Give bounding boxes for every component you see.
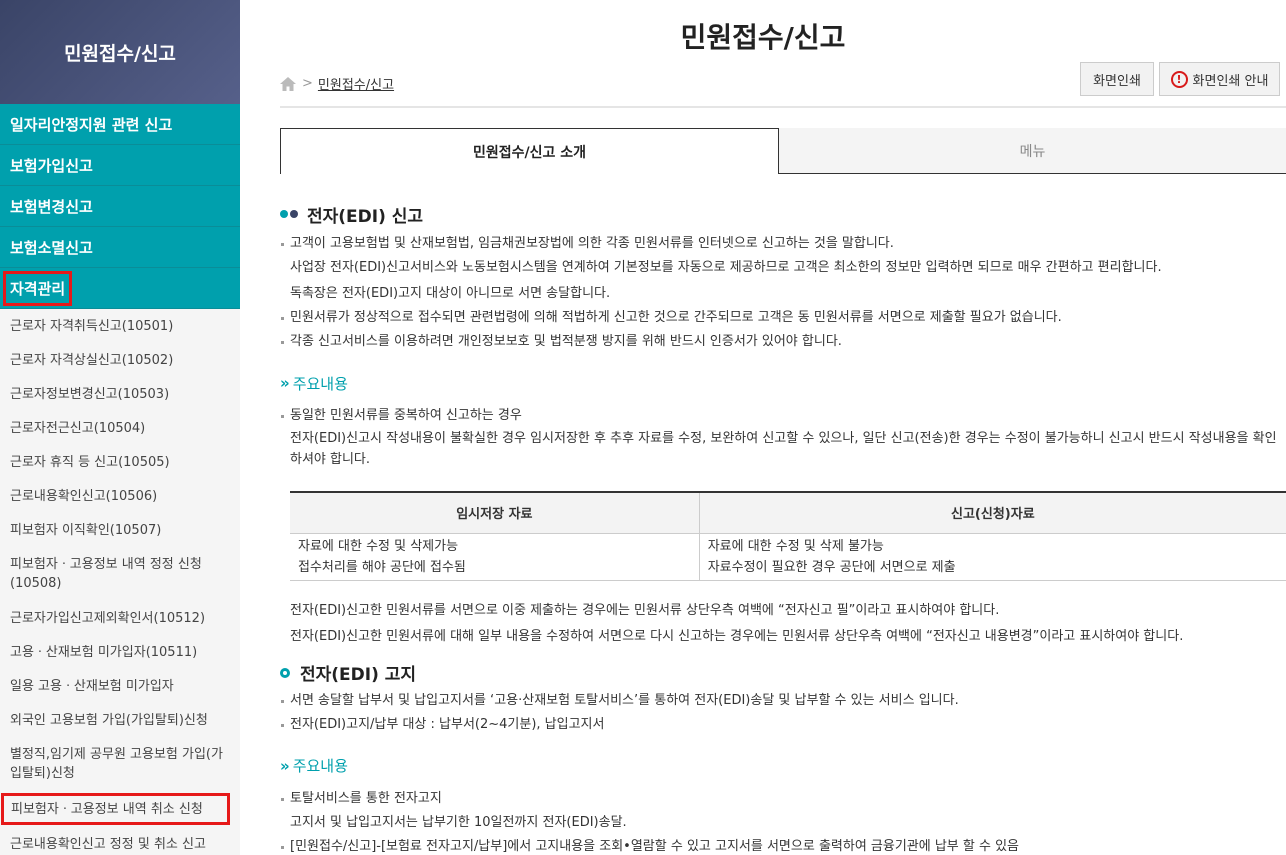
breadcrumb-link[interactable]: 민원접수/신고 — [318, 74, 394, 93]
double-arrow-icon: » — [280, 756, 290, 775]
sidebar-item[interactable]: 근로내용확인신고 정정 및 취소 신고 — [0, 827, 240, 855]
sidebar-item[interactable]: 근로자 자격취득신고(10501) — [0, 309, 240, 343]
sidebar-item[interactable]: 일용 고용ㆍ산재보험 미가입자 — [0, 669, 240, 703]
home-icon[interactable] — [280, 76, 296, 91]
section-title: 전자(EDI) 신고 — [307, 206, 424, 227]
sidebar: 민원접수/신고 일자리안정지원 관련 신고 보험가입신고 보험변경신고 보험소멸… — [0, 0, 240, 855]
alert-icon: ! — [1170, 70, 1188, 88]
table-header: 신고(신청)자료 — [698, 491, 1286, 534]
sidebar-item[interactable]: 근로자 자격상실신고(10502) — [0, 343, 240, 377]
text-line: 전자(EDI)고지/납부 대상 : 납부서(2~4기분), 납입고지서 — [280, 713, 1286, 737]
sidebar-category-insurance-change[interactable]: 보험변경신고 — [0, 186, 240, 227]
section-heading: 전자(EDI) 고지 — [280, 659, 1286, 687]
sidebar-category-job-stability[interactable]: 일자리안정지원 관련 신고 — [0, 104, 240, 145]
tab-bar: 민원접수/신고 소개 메뉴 — [280, 128, 1286, 174]
section-heading: 전자(EDI) 신고 — [280, 200, 1286, 228]
text-line: 사업장 전자(EDI)신고서비스와 노동보험시스템을 연계하여 기본정보를 자동… — [290, 260, 1162, 275]
text-line: 전자(EDI)신고한 민원서류에 대해 일부 내용을 수정하여 서면으로 다시 … — [290, 628, 1184, 644]
cell-line: 자료에 대한 수정 및 삭제가능 — [298, 538, 459, 554]
tab-menu[interactable]: 메뉴 — [779, 128, 1286, 174]
cell-line: 접수처리를 해야 공단에 접수됨 — [298, 559, 466, 575]
main-content: 민원접수/신고 > 민원접수/신고 화면인쇄 ! 화면인쇄 안내 민원접수/신고… — [240, 0, 1286, 855]
text-line: 전자(EDI)신고한 민원서류를 서면으로 이중 제출하는 경우에는 민원서류 … — [290, 602, 1000, 618]
tab-intro[interactable]: 민원접수/신고 소개 — [280, 128, 779, 174]
sidebar-item[interactable]: 외국인 고용보험 가입(가입탈퇴)신청 — [0, 703, 240, 737]
print-button[interactable]: 화면인쇄 — [1080, 62, 1154, 96]
text-line: 독촉장은 전자(EDI)고지 대상이 아니므로 서면 송달합니다. — [290, 286, 611, 301]
print-guide-label: 화면인쇄 안내 — [1192, 73, 1269, 89]
sidebar-item[interactable]: 피보험자ㆍ고용정보 내역 정정 신청(10508) — [0, 547, 240, 601]
table-header: 임시저장 자료 — [290, 491, 700, 534]
subsection-heading: » 주요내용 — [280, 370, 1286, 396]
print-guide-button[interactable]: ! 화면인쇄 안내 — [1159, 62, 1280, 96]
comparison-table: 임시저장 자료 신고(신청)자료 자료에 대한 수정 및 삭제가능 접수처리를 … — [290, 491, 1286, 581]
subsection-title: 주요내용 — [292, 757, 348, 775]
sidebar-item[interactable]: 별정직,임기제 공무원 고용보험 가입(가입탈퇴)신청 — [0, 737, 240, 791]
text-line: 동일한 민원서류를 중복하여 신고하는 경우 — [280, 404, 1286, 428]
breadcrumb: > 민원접수/신고 — [280, 74, 394, 93]
text-line: 전자(EDI)신고시 작성내용이 불확실한 경우 임시저장한 후 추후 자료를 … — [290, 431, 1277, 467]
sidebar-category-insurance-join[interactable]: 보험가입신고 — [0, 145, 240, 186]
content-body: 전자(EDI) 신고 고객이 고용보험법 및 산재보험법, 임금채권보장법에 의… — [280, 200, 1286, 855]
subsection-heading: » 주요내용 — [280, 753, 1286, 779]
sidebar-item[interactable]: 고용ㆍ산재보험 미가입자(10511) — [0, 635, 240, 669]
text-line: 민원서류가 정상적으로 접수되면 관련법령에 의해 적법하게 신고한 것으로 간… — [280, 306, 1286, 330]
sidebar-item[interactable]: 근로자정보변경신고(10503) — [0, 377, 240, 411]
ring-bullet-icon — [280, 667, 290, 678]
breadcrumb-separator: > — [302, 76, 313, 91]
text-line: 고지서 및 납입고지서는 납부기한 10일전까지 전자(EDI)송달. — [290, 814, 627, 830]
double-arrow-icon: » — [280, 374, 290, 392]
text-line: 고객이 고용보험법 및 산재보험법, 임금채권보장법에 의한 각종 민원서류를 … — [280, 232, 1286, 256]
divider — [280, 106, 1286, 108]
bullet-dots-icon — [280, 210, 300, 218]
sidebar-item[interactable]: 근로자가입신고제외확인서(10512) — [0, 601, 240, 635]
sidebar-item[interactable]: 피보험자 이직확인(10507) — [0, 513, 240, 547]
table-row: 자료에 대한 수정 및 삭제가능 접수처리를 해야 공단에 접수됨 자료에 대한… — [290, 533, 1286, 581]
sidebar-category-qualification[interactable]: 자격관리 — [0, 268, 240, 309]
page-title: 민원접수/신고 — [680, 21, 846, 54]
table-cell: 자료에 대한 수정 및 삭제 불가능 자료수정이 필요한 경우 공단에 서면으로… — [698, 533, 1286, 581]
table-cell: 자료에 대한 수정 및 삭제가능 접수처리를 해야 공단에 접수됨 — [290, 533, 700, 581]
text-line: 토탈서비스를 통한 전자고지 — [280, 787, 1286, 811]
sidebar-title: 민원접수/신고 — [0, 0, 240, 104]
cell-line: 자료수정이 필요한 경우 공단에 서면으로 제출 — [707, 559, 956, 575]
text-line: 서면 송달할 납부서 및 납입고지서를 ‘고용·산재보험 토탈서비스’를 통하여… — [280, 689, 1286, 713]
sidebar-category-label: 자격관리 — [3, 270, 73, 306]
sidebar-item[interactable]: 근로내용확인신고(10506) — [0, 479, 240, 513]
text-line: [민원접수/신고]-[보험료 전자고지/납부]에서 고지내용을 조회•열람할 수… — [280, 835, 1286, 855]
subsection-title: 주요내용 — [292, 374, 348, 393]
sidebar-item[interactable]: 근로자 휴직 등 신고(10505) — [0, 445, 240, 479]
cell-line: 자료에 대한 수정 및 삭제 불가능 — [707, 538, 884, 554]
text-line: 각종 신고서비스를 이용하려면 개인정보보호 및 법적분쟁 방지를 위해 반드시… — [280, 330, 1286, 354]
section-title: 전자(EDI) 고지 — [300, 665, 417, 685]
sidebar-item-highlighted[interactable]: 피보험자ㆍ고용정보 내역 취소 신청 — [1, 793, 230, 825]
sidebar-item[interactable]: 근로자전근신고(10504) — [0, 411, 240, 445]
sidebar-category-insurance-end[interactable]: 보험소멸신고 — [0, 227, 240, 268]
